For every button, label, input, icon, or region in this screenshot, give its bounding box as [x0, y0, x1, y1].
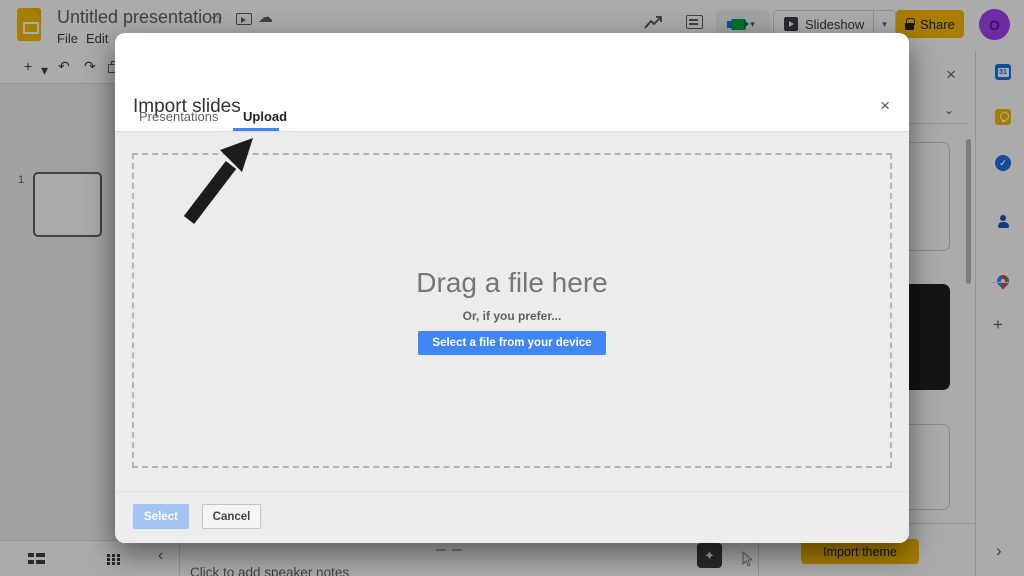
tab-upload[interactable]: Upload [237, 108, 293, 125]
import-slides-dialog: Import slides × Presentations Upload Dra… [115, 33, 909, 543]
tab-presentations[interactable]: Presentations [133, 108, 225, 125]
close-icon[interactable]: × [874, 95, 896, 117]
dialog-body: Drag a file here Or, if you prefer... Se… [115, 131, 909, 543]
google-slides-app: Untitled presentation ☆ ☁ File Edit ▾ Sl… [0, 0, 1024, 576]
select-file-button[interactable]: Select a file from your device [418, 331, 605, 355]
file-dropzone[interactable]: Drag a file here Or, if you prefer... Se… [132, 153, 892, 468]
divider [115, 491, 909, 492]
dropzone-subtext: Or, if you prefer... [463, 309, 562, 323]
select-button[interactable]: Select [133, 504, 189, 529]
cancel-button[interactable]: Cancel [202, 504, 261, 529]
dropzone-heading: Drag a file here [416, 267, 607, 299]
